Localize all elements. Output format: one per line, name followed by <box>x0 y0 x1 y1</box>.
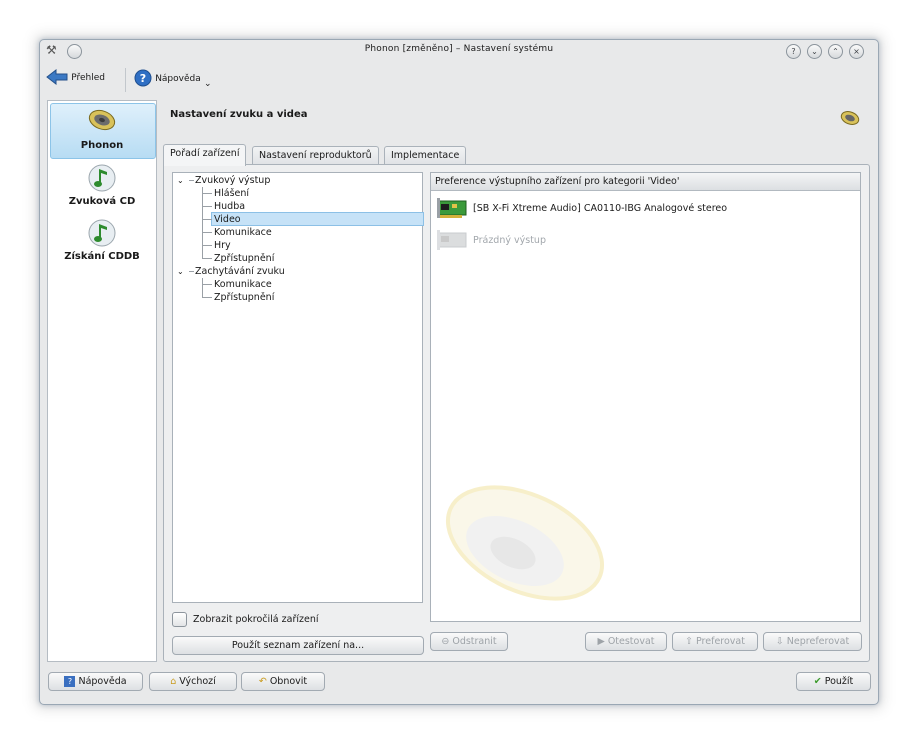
tree-branch-line <box>189 271 194 272</box>
music-note-icon <box>88 164 116 192</box>
music-note-icon <box>88 219 116 247</box>
sidebar-item-label: Phonon <box>80 140 124 151</box>
sidebar-item-phonon[interactable]: Phonon <box>48 107 156 151</box>
button-label: Odstranit <box>452 636 497 647</box>
button-label: Nepreferovat <box>786 636 850 647</box>
tree-item[interactable]: Hry <box>214 239 231 252</box>
toolbar-separator <box>125 68 126 92</box>
close-icon[interactable]: × <box>849 44 864 59</box>
device-label: [SB X-Fi Xtreme Audio] CA0110-IBG Analog… <box>473 202 728 214</box>
button-label: Použít <box>824 676 854 687</box>
button-label: Obnovit <box>269 676 308 687</box>
svg-text:?: ? <box>140 72 146 85</box>
apply-device-list-button[interactable]: Použít seznam zařízení na... <box>172 636 424 655</box>
tree-item[interactable]: Zpřístupnění <box>214 291 274 304</box>
tree-group-audio-capture[interactable]: Zachytávání zvuku <box>195 265 285 278</box>
tab-backend[interactable]: Implementace <box>384 146 467 165</box>
tree-item[interactable]: Video <box>214 213 241 226</box>
back-button[interactable]: Přehled <box>46 68 105 89</box>
tab-label: Pořadí zařízení <box>170 148 240 159</box>
tab-label: Implementace <box>391 150 460 161</box>
device-row[interactable]: Prázdný výstup <box>437 229 546 255</box>
tab-device-order[interactable]: Pořadí zařízení <box>163 144 247 166</box>
tree-branch-line <box>202 284 212 285</box>
button-label: Nápověda <box>78 676 127 687</box>
tree-branch-line <box>202 297 212 298</box>
toolbar: Přehled ? Nápověda ⌄ <box>40 64 878 94</box>
device-row[interactable]: [SB X-Fi Xtreme Audio] CA0110-IBG Analog… <box>437 197 727 223</box>
button-label: Preferovat <box>696 636 745 647</box>
arrow-left-icon <box>46 68 68 86</box>
sidebar-item-cddb[interactable]: Získání CDDB <box>48 218 156 262</box>
tab-speaker-setup[interactable]: Nastavení reproduktorů <box>252 146 379 165</box>
back-label: Přehled <box>71 73 105 83</box>
tree-branch-line <box>189 180 194 181</box>
tree-branch-line <box>202 206 212 207</box>
tree-item[interactable]: Komunikace <box>214 278 272 291</box>
play-icon: ▶ <box>597 636 605 647</box>
help-icon[interactable]: ? <box>786 44 801 59</box>
tree-item[interactable]: Hlášení <box>214 187 249 200</box>
category-tree[interactable]: ⌄ Zvukový výstup Hlášení Hudba Video Kom… <box>172 172 424 603</box>
tree-item[interactable]: Zpřístupnění <box>214 252 274 265</box>
tree-item[interactable]: Komunikace <box>214 226 272 239</box>
device-preference-list[interactable]: Preference výstupního zařízení pro kateg… <box>430 172 861 622</box>
button-label: Použít seznam zařízení na... <box>231 640 365 651</box>
expand-arrow-icon[interactable]: ⌄ <box>177 174 184 187</box>
help-circle-icon: ? <box>134 69 152 87</box>
reset-button[interactable]: ↶ Obnovit <box>241 672 325 691</box>
remove-button[interactable]: ⊖ Odstranit <box>430 632 508 651</box>
defaults-icon: ⌂ <box>170 676 177 687</box>
apply-button[interactable]: ✔ Použít <box>796 672 871 691</box>
sidebar-item-label: Získání CDDB <box>64 251 140 262</box>
titlebar[interactable]: ⚒ Phonon [změněno] – Nastavení systému ?… <box>40 40 878 62</box>
tree-branch-line <box>202 193 212 194</box>
tree-branch-line <box>202 278 203 298</box>
speaker-icon <box>88 109 116 131</box>
test-button[interactable]: ▶ Otestovat <box>585 632 667 651</box>
tree-group-audio-output[interactable]: Zvukový výstup <box>195 174 270 187</box>
module-sidebar: Phonon Zvuková CD Získání CDDB <box>47 100 157 662</box>
minus-icon: ⊖ <box>441 636 450 647</box>
device-label: Prázdný výstup <box>473 234 546 246</box>
help-button[interactable]: ? Nápověda <box>48 672 143 691</box>
tree-branch-line <box>202 232 212 233</box>
sound-card-icon <box>437 230 467 250</box>
tree-branch-line <box>202 219 212 220</box>
arrow-up-icon: ⇧ <box>685 636 693 647</box>
maximize-icon[interactable]: ⌃ <box>828 44 843 59</box>
window-title: Phonon [změněno] – Nastavení systému <box>364 44 554 54</box>
tree-item-selected <box>211 212 424 226</box>
tree-branch-line <box>202 258 212 259</box>
help-book-icon: ? <box>64 676 76 687</box>
undo-icon: ↶ <box>258 676 267 687</box>
speaker-watermark-icon <box>445 485 605 601</box>
prefer-button[interactable]: ⇧ Preferovat <box>672 632 758 651</box>
help-label: Nápověda <box>155 74 201 84</box>
tree-branch-line <box>202 187 203 259</box>
expand-arrow-icon[interactable]: ⌄ <box>177 265 184 278</box>
advanced-devices-checkbox[interactable] <box>172 612 187 627</box>
sidebar-item-audio-cd[interactable]: Zvuková CD <box>48 163 156 207</box>
sidebar-item-label: Zvuková CD <box>68 196 136 207</box>
help-menu-button[interactable]: ? Nápověda ⌄ <box>134 69 211 89</box>
tree-branch-line <box>202 245 212 246</box>
chevron-down-icon: ⌄ <box>203 79 212 89</box>
checkmark-icon: ✔ <box>813 676 822 687</box>
sound-card-icon <box>437 198 467 218</box>
speaker-icon <box>840 111 860 125</box>
tab-label: Nastavení reproduktorů <box>259 150 372 161</box>
list-header: Preference výstupního zařízení pro kateg… <box>431 173 860 191</box>
button-label: Výchozí <box>179 676 216 687</box>
advanced-devices-label: Zobrazit pokročilá zařízení <box>193 614 319 625</box>
button-label: Otestovat <box>607 636 655 647</box>
minimize-icon[interactable]: ⌄ <box>807 44 822 59</box>
defaults-button[interactable]: ⌂ Výchozí <box>149 672 237 691</box>
page-title: Nastavení zvuku a videa <box>170 109 308 120</box>
settings-window: ⚒ Phonon [změněno] – Nastavení systému ?… <box>39 39 879 705</box>
defer-button[interactable]: ⇩ Nepreferovat <box>763 632 862 651</box>
arrow-down-icon: ⇩ <box>775 636 784 647</box>
